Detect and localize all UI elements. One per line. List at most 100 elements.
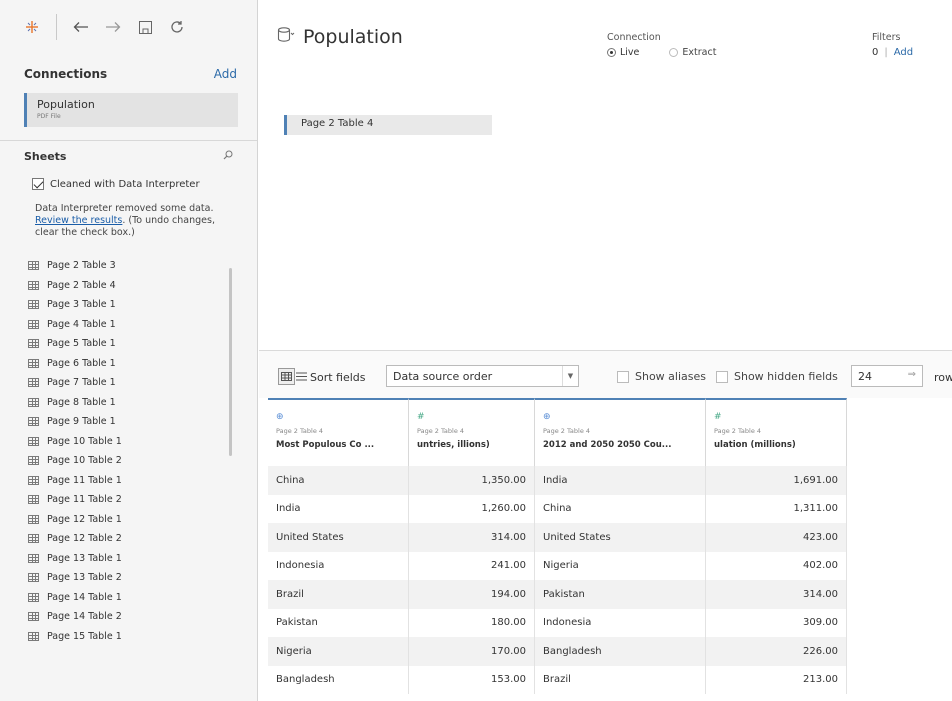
sheet-item[interactable]: Page 12 Table 2 [28,529,228,549]
table-icon [28,319,39,329]
show-hidden-fields-checkbox[interactable] [716,370,728,383]
sheet-item[interactable]: Page 4 Table 1 [28,315,228,335]
table-cell[interactable]: 226.00 [706,637,847,666]
tableau-logo-icon[interactable] [22,17,42,37]
live-label: Live [620,47,640,58]
table-cell[interactable]: 309.00 [706,608,847,637]
sheet-item[interactable]: Page 13 Table 2 [28,568,228,588]
refresh-icon[interactable] [167,17,187,37]
sheet-item[interactable]: Page 2 Table 4 [28,276,228,296]
sheet-item[interactable]: Page 14 Table 1 [28,588,228,608]
table-cell[interactable]: India [268,494,409,523]
sheet-item-label: Page 13 Table 1 [47,552,122,564]
sort-fields-dropdown[interactable]: Data source order ▼ [386,365,579,387]
table-icon [28,534,39,544]
table-cell[interactable]: China [535,494,706,523]
sheet-item[interactable]: Page 8 Table 1 [28,393,228,413]
data-interpreter-checkbox[interactable] [32,178,44,190]
back-arrow-icon[interactable] [71,17,91,37]
table-cell[interactable]: Pakistan [535,580,706,609]
save-icon[interactable] [135,17,155,37]
sheet-item[interactable]: Page 11 Table 1 [28,471,228,491]
column-name[interactable]: 2012 and 2050 2050 Cou... [543,440,705,450]
table-cell[interactable]: United States [535,523,706,552]
globe-icon[interactable]: ⊕ [276,412,408,423]
table-cell[interactable]: 423.00 [706,523,847,552]
canvas-table-chip[interactable]: Page 2 Table 4 [284,115,492,135]
search-icon[interactable] [223,150,233,163]
list-view-button[interactable] [293,368,310,385]
table-cell[interactable]: 314.00 [706,580,847,609]
rows-count-input[interactable]: 24 ⇒ [851,365,923,387]
table-cell[interactable]: Bangladesh [535,637,706,666]
sheet-item[interactable]: Page 13 Table 1 [28,549,228,569]
sheet-item[interactable]: Page 3 Table 1 [28,295,228,315]
table-cell[interactable]: 314.00 [409,523,535,552]
table-cell[interactable]: 402.00 [706,551,847,580]
globe-icon[interactable]: ⊕ [543,412,705,423]
sheet-item[interactable]: Page 7 Table 1 [28,373,228,393]
sort-fields-label: Sort fields [310,371,366,384]
table-cell[interactable]: 1,691.00 [706,466,847,495]
table-cell[interactable]: Brazil [535,665,706,694]
live-radio[interactable] [607,48,616,57]
column-name[interactable]: untries, illions) [417,440,534,450]
table-cell[interactable]: 153.00 [409,665,535,694]
table-cell[interactable]: Indonesia [535,608,706,637]
sheet-item[interactable]: Page 2 Table 3 [28,256,228,276]
column-name[interactable]: Most Populous Co ... [276,440,408,450]
review-results-link[interactable]: Review the results [35,215,122,226]
sheet-item[interactable]: Page 5 Table 1 [28,334,228,354]
sheet-item[interactable]: Page 9 Table 1 [28,412,228,432]
number-icon[interactable]: # [417,412,534,423]
table-cell[interactable]: 241.00 [409,551,535,580]
column-header[interactable]: ⊕ Page 2 Table 4 Most Populous Co ... [268,398,409,466]
table-cell[interactable]: 170.00 [409,637,535,666]
sheet-item[interactable]: Page 14 Table 2 [28,607,228,627]
column-header[interactable]: ⊕ Page 2 Table 4 2012 and 2050 2050 Cou... [535,398,706,466]
number-icon[interactable]: # [714,412,846,423]
sheet-list-scrollbar[interactable] [229,268,232,456]
left-sidebar: Connections Add Population PDF File Shee… [0,0,258,701]
column-header[interactable]: # Page 2 Table 4 untries, illions) [409,398,535,466]
table-cell[interactable]: Nigeria [268,637,409,666]
table-cell[interactable]: 194.00 [409,580,535,609]
table-cell[interactable]: Indonesia [268,551,409,580]
live-option[interactable]: Live [607,47,639,58]
show-aliases-checkbox[interactable] [617,370,629,383]
sheet-item[interactable]: Page 11 Table 2 [28,490,228,510]
table-cell[interactable]: United States [268,523,409,552]
connection-item-population[interactable]: Population PDF File [24,93,238,127]
add-connection-link[interactable]: Add [214,67,237,81]
sheet-item[interactable]: Page 15 Table 1 [28,627,228,647]
sheet-item[interactable]: Page 6 Table 1 [28,354,228,374]
show-hidden-fields-option[interactable]: Show hidden fields [716,370,838,383]
table-cell[interactable]: 1,260.00 [409,494,535,523]
datasource-title[interactable]: Population [303,26,403,48]
table-cell[interactable]: 213.00 [706,665,847,694]
chevron-down-icon[interactable]: ▼ [562,366,578,386]
table-cell[interactable]: Pakistan [268,608,409,637]
table-cell[interactable]: China [268,466,409,495]
table-cell[interactable]: Nigeria [535,551,706,580]
database-icon[interactable] [277,26,295,48]
sheets-header: Sheets [24,150,233,163]
column-header[interactable]: # Page 2 Table 4 ulation (millions) [706,398,847,466]
sheet-item-label: Page 15 Table 1 [47,630,122,642]
column-name[interactable]: ulation (millions) [714,440,846,450]
add-filter-link[interactable]: Add [894,47,913,58]
table-cell[interactable]: Brazil [268,580,409,609]
sheet-item[interactable]: Page 10 Table 1 [28,432,228,452]
sheet-item[interactable]: Page 10 Table 2 [28,451,228,471]
table-cell[interactable]: Bangladesh [268,665,409,694]
extract-radio[interactable] [669,48,679,57]
apply-arrow-icon[interactable]: ⇒ [908,369,916,380]
forward-arrow-icon[interactable] [103,17,123,37]
table-cell[interactable]: 1,311.00 [706,494,847,523]
table-cell[interactable]: 180.00 [409,608,535,637]
extract-option[interactable]: Extract [669,47,716,58]
table-cell[interactable]: 1,350.00 [409,466,535,495]
show-aliases-option[interactable]: Show aliases [617,370,706,383]
table-cell[interactable]: India [535,466,706,495]
sheet-item[interactable]: Page 12 Table 1 [28,510,228,530]
